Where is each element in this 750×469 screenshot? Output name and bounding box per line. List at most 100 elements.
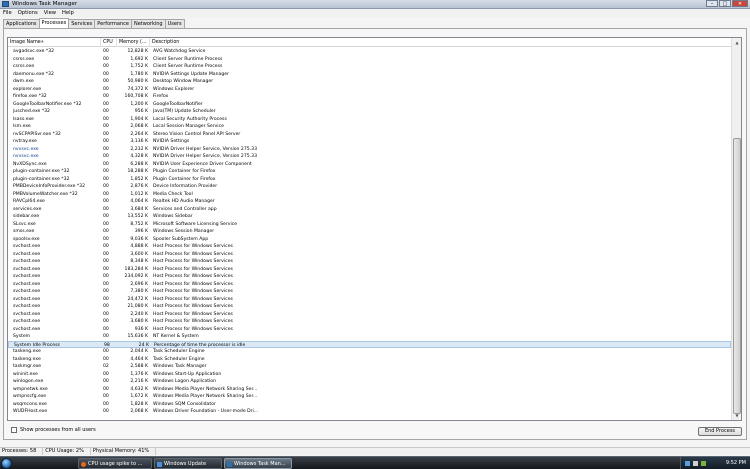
maximize-button[interactable]: □ bbox=[719, 0, 731, 7]
process-row[interactable]: svchost.exe 00 24,472 K Host Process for Wi… bbox=[8, 296, 731, 304]
process-row[interactable]: plugin-container.exe *32 00 18,288 K Plugin… bbox=[8, 168, 731, 176]
process-description: NVIDIA Driver Helper Service, Version 27… bbox=[153, 146, 257, 152]
process-row[interactable]: wsqmcons.exe 00 1,828 K Windows SQM Consoli… bbox=[8, 401, 731, 409]
tab-processes[interactable]: Processes bbox=[38, 18, 70, 28]
process-row[interactable]: nvvsvc.exe 00 2,232 K NVIDIA Driver Helper … bbox=[8, 146, 731, 154]
close-button[interactable]: ✕ bbox=[732, 0, 748, 7]
process-description: Windows Explorer bbox=[153, 86, 195, 92]
title-bar[interactable]: Windows Task Manager – □ ✕ bbox=[0, 0, 750, 9]
process-row[interactable]: svchost.exe 00 7,380 K Host Process for Win… bbox=[8, 288, 731, 296]
process-row[interactable]: svchost.exe 00 234,092 K Host Process for W… bbox=[8, 273, 731, 281]
scroll-down-icon[interactable]: ▼ bbox=[732, 411, 741, 420]
process-row[interactable]: jusched.exe *32 00 956 K Java(TM) Update Sc… bbox=[8, 108, 731, 116]
process-row[interactable]: nvSCPAPISvr.exe *32 00 2,264 K Stereo Visio… bbox=[8, 131, 731, 139]
task-manager-icon bbox=[227, 462, 232, 467]
process-description: Windows Logon Application bbox=[153, 379, 217, 384]
process-cpu: 00 bbox=[103, 394, 109, 399]
process-row[interactable]: nvvsvc.exe 00 4,328 K NVIDIA Driver Helper … bbox=[8, 153, 731, 161]
column-image-name[interactable]: Image Name ▲ bbox=[8, 38, 101, 47]
process-image-name: svchost.exe bbox=[13, 326, 41, 332]
show-all-processes[interactable]: Show processes from all users bbox=[11, 427, 96, 433]
menu-options[interactable]: Options bbox=[18, 9, 38, 17]
process-row[interactable]: PMBDeviceInfoProvider.exe *32 00 2,876 K De… bbox=[8, 183, 731, 191]
process-row[interactable]: firefox.exe *32 00 160,708 K Firefox bbox=[8, 93, 731, 101]
process-row[interactable]: svchost.exe 00 2,696 K Host Process for Win… bbox=[8, 281, 731, 289]
process-row[interactable]: daemonu.exe *32 00 1,780 K NVIDIA Settings … bbox=[8, 71, 731, 79]
minimize-button[interactable]: – bbox=[706, 0, 718, 7]
process-row[interactable]: avgadsvc.exe *32 00 12,828 K AVG Watchdog S… bbox=[8, 48, 731, 56]
window-controls: – □ ✕ bbox=[706, 0, 748, 8]
nvidia-icon[interactable] bbox=[701, 461, 706, 466]
process-row[interactable]: plugin-container.exe *32 00 1,852 K Plugin … bbox=[8, 176, 731, 184]
process-row[interactable]: explorer.exe 00 74,372 K Windows Explorer bbox=[8, 86, 731, 94]
scroll-thumb[interactable] bbox=[733, 138, 741, 414]
process-row[interactable]: smss.exe 00 396 K Windows Session Manager bbox=[8, 228, 731, 236]
column-cpu[interactable]: CPU bbox=[101, 38, 117, 47]
process-row[interactable]: nvtray.exe 00 3,136 K NVIDIA Settings bbox=[8, 138, 731, 146]
process-row[interactable]: wmpnetwk.exe 00 4,632 K Windows Media Playe… bbox=[8, 386, 731, 394]
process-row[interactable]: RAVCpl64.exe 00 4,064 K Realtek HD Audio Ma… bbox=[8, 198, 731, 206]
tab-applications[interactable]: Applications bbox=[3, 19, 40, 28]
process-row[interactable]: spoolsv.exe 00 9,036 K Spooler SubSystem Ap… bbox=[8, 236, 731, 244]
taskbar-item-label: Windows Task Man... bbox=[234, 461, 286, 467]
process-memory: 1,752 K bbox=[130, 64, 148, 69]
process-row[interactable]: WUDFHost.exe 00 2,068 K Windows Driver Foun… bbox=[8, 408, 731, 416]
scroll-up-icon[interactable]: ▲ bbox=[732, 38, 741, 47]
volume-icon[interactable] bbox=[693, 461, 698, 466]
process-image-name: csrss.exe bbox=[13, 56, 35, 62]
column-description[interactable]: Description bbox=[150, 38, 731, 47]
process-row[interactable]: svchost.exe 00 3,600 K Host Process for Win… bbox=[8, 251, 731, 259]
tab-services[interactable]: Services bbox=[68, 19, 96, 28]
column-memory[interactable]: Memory (... bbox=[117, 38, 150, 47]
process-description: NT Kernel & System bbox=[153, 334, 199, 339]
process-row[interactable]: PMBVolumeWatcher.exe *32 00 1,012 K Media C… bbox=[8, 191, 731, 199]
process-row[interactable]: lsm.exe 00 2,068 K Local Session Manager Se… bbox=[8, 123, 731, 131]
process-description: GoogleToolbarNotifier bbox=[153, 101, 203, 107]
process-row[interactable]: csrss.exe 00 1,752 K Client Server Runtime … bbox=[8, 63, 731, 71]
process-list[interactable]: Image Name ▲ CPU Memory (... Description… bbox=[7, 37, 742, 421]
process-memory: 1,852 K bbox=[130, 176, 148, 182]
process-cpu: 00 bbox=[103, 311, 109, 317]
process-row[interactable]: NvXDSync.exe 00 6,288 K NVIDIA User Experie… bbox=[8, 161, 731, 169]
process-row[interactable]: svchost.exe 00 936 K Host Process for Windo… bbox=[8, 326, 731, 334]
menu-view[interactable]: View bbox=[44, 9, 56, 17]
menu-file[interactable]: File bbox=[3, 9, 12, 17]
show-all-checkbox[interactable] bbox=[11, 427, 17, 433]
process-row[interactable]: taskeng.exe 00 2,044 K Task Scheduler Engin… bbox=[8, 348, 731, 356]
menu-help[interactable]: Help bbox=[62, 9, 74, 17]
taskbar-item-windows-update[interactable]: Windows Update bbox=[154, 458, 222, 469]
process-row[interactable]: svchost.exe 00 183,284 K Host Process for W… bbox=[8, 266, 731, 274]
process-row[interactable]: wininit.exe 00 1,376 K Windows Start-Up App… bbox=[8, 371, 731, 379]
process-row[interactable]: GoogleToolbarNotifier.exe *32 00 1,200 K Go… bbox=[8, 101, 731, 109]
process-row[interactable]: SLsvc.exe 00 8,752 K Microsoft Software Lic… bbox=[8, 221, 731, 229]
process-description: Host Process for Windows Services bbox=[153, 274, 233, 279]
process-row[interactable]: svchost.exe 00 8,348 K Host Process for Win… bbox=[8, 258, 731, 266]
process-row[interactable]: lsass.exe 00 1,904 K Local Security Authori… bbox=[8, 116, 731, 124]
process-row[interactable]: wmpnscfg.exe 00 1,672 K Windows Media Playe… bbox=[8, 393, 731, 401]
tab-users[interactable]: Users bbox=[164, 19, 185, 28]
tab-networking[interactable]: Networking bbox=[130, 19, 166, 28]
network-icon[interactable] bbox=[685, 461, 690, 466]
process-row[interactable]: System Idle Process 98 24 K Percentage of t… bbox=[8, 340, 731, 348]
process-row[interactable]: taskmgr.exe 02 2,588 K Windows Task Manager bbox=[8, 363, 731, 371]
taskbar-item-task-manager[interactable]: Windows Task Man... bbox=[224, 458, 292, 469]
process-row[interactable]: csrss.exe 00 1,692 K Client Server Runtime … bbox=[8, 56, 731, 64]
tab-performance[interactable]: Performance bbox=[94, 19, 132, 28]
process-row[interactable]: svchost.exe 00 4,888 K Host Process for Win… bbox=[8, 243, 731, 251]
taskbar-item-cpu-usage[interactable]: CPU usage spike to ... bbox=[78, 458, 152, 469]
process-row[interactable]: sidebar.exe 00 13,552 K Windows Sidebar bbox=[8, 213, 731, 221]
end-process-button[interactable]: End Process bbox=[698, 427, 742, 436]
start-button[interactable] bbox=[1, 458, 12, 469]
process-row[interactable]: winlogon.exe 00 2,216 K Windows Logon Appli… bbox=[8, 378, 731, 386]
process-row[interactable]: taskeng.exe 00 4,464 K Task Scheduler Engin… bbox=[8, 356, 731, 364]
process-description: Client Server Runtime Process bbox=[153, 56, 223, 62]
process-row[interactable]: services.exe 00 3,684 K Services and Contro… bbox=[8, 206, 731, 214]
process-row[interactable]: System 00 15,636 K NT Kernel & System bbox=[8, 333, 731, 341]
status-bar: Processes: 58 CPU Usage: 2% Physical Mem… bbox=[0, 447, 750, 455]
vertical-scrollbar[interactable]: ▲ ▼ bbox=[731, 38, 741, 420]
clock[interactable]: 9:52 PM bbox=[726, 460, 746, 466]
process-row[interactable]: svchost.exe 00 21,080 K Host Process for Wi… bbox=[8, 303, 731, 311]
process-row[interactable]: dwm.exe 00 50,980 K Desktop Window Manager bbox=[8, 78, 731, 86]
process-row[interactable]: svchost.exe 00 2,240 K Host Process for Win… bbox=[8, 311, 731, 319]
process-row[interactable]: svchost.exe 00 3,680 K Host Process for Win… bbox=[8, 318, 731, 326]
